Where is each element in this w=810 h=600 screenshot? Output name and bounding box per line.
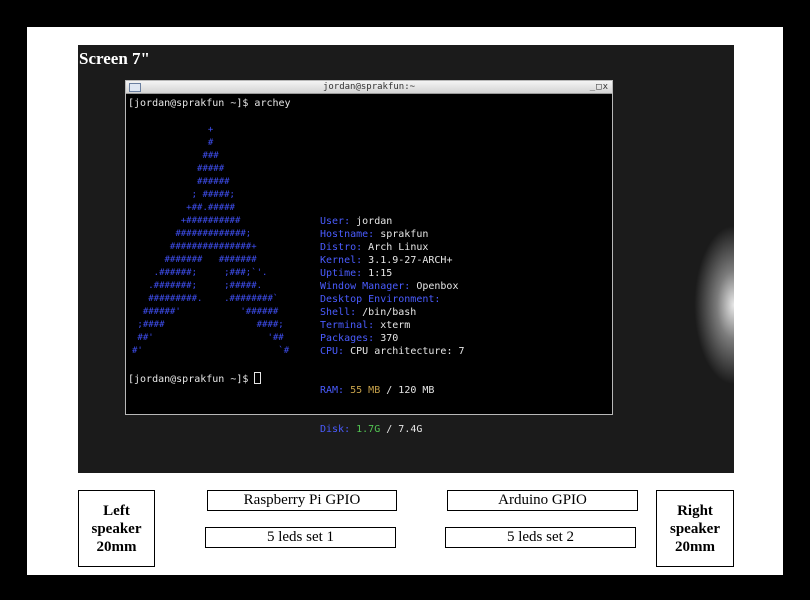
- info-value: sprakfun: [374, 229, 429, 240]
- text-cursor: [254, 372, 262, 384]
- info-row: Shell: /bin/bash: [320, 306, 465, 319]
- info-value: jordan: [350, 216, 393, 227]
- info-value: Arch Linux: [362, 242, 429, 253]
- terminal-titlebar[interactable]: jordan@sprakfun:~ _□x: [126, 81, 612, 94]
- board-frame: Screen 7" jordan@sprakfun:~ _□x [jordan@…: [27, 27, 783, 575]
- info-row: Uptime: 1:15: [320, 267, 465, 280]
- left-speaker-line-1: Left: [103, 502, 130, 519]
- right-speaker-line-2: speaker: [670, 520, 720, 537]
- disk-used: 1.7G: [356, 424, 381, 435]
- info-row: User: jordan: [320, 215, 465, 228]
- leds-set-2-box: 5 leds set 2: [445, 527, 636, 548]
- left-speaker-box: Left speaker 20mm: [78, 490, 155, 567]
- left-speaker-line-3: 20mm: [96, 538, 137, 555]
- info-row: Desktop Environment:: [320, 293, 465, 306]
- screen-glare: [694, 225, 734, 385]
- info-key: Disk:: [320, 424, 351, 435]
- info-row: Hostname: sprakfun: [320, 228, 465, 241]
- info-value: /bin/bash: [356, 307, 417, 318]
- info-key: Shell:: [320, 307, 357, 318]
- arduino-gpio-box: Arduino GPIO: [447, 490, 638, 511]
- screen-label: Screen 7": [79, 49, 150, 68]
- command-line: [jordan@sprakfun ~]$ archey: [128, 98, 291, 109]
- info-value: 1:15: [362, 268, 393, 279]
- info-row: Distro: Arch Linux: [320, 241, 465, 254]
- info-key: Uptime:: [320, 268, 363, 279]
- info-key: Distro:: [320, 242, 363, 253]
- info-row: CPU: CPU architecture: 7: [320, 345, 465, 358]
- leds-set-1-box: 5 leds set 1: [205, 527, 396, 548]
- ram-used: 55 MB: [350, 385, 381, 396]
- arch-logo-text: + # ### ##### ###### ; #####; +##.##### …: [132, 125, 290, 356]
- right-speaker-box: Right speaker 20mm: [656, 490, 734, 567]
- info-key: Terminal:: [320, 320, 375, 331]
- window-title: jordan@sprakfun:~: [322, 82, 416, 92]
- info-key: Window Manager:: [320, 281, 411, 292]
- info-row: Window Manager: Openbox: [320, 280, 465, 293]
- info-row-disk: Disk: 1.7G / 7.4G: [320, 423, 465, 436]
- close-icon[interactable]: x: [603, 82, 609, 92]
- rpi-gpio-box: Raspberry Pi GPIO: [207, 490, 397, 511]
- info-row: Packages: 370: [320, 332, 465, 345]
- right-speaker-line-3: 20mm: [675, 538, 715, 555]
- info-value: xterm: [374, 320, 411, 331]
- info-key: User:: [320, 216, 351, 227]
- left-speaker-line-2: speaker: [91, 520, 142, 537]
- right-speaker-line-1: Right: [677, 502, 713, 519]
- ram-total: 120 MB: [398, 385, 435, 396]
- terminal-output[interactable]: [jordan@sprakfun ~]$ archey + # ### ####…: [126, 94, 612, 435]
- info-key: Hostname:: [320, 229, 375, 240]
- info-key: CPU:: [320, 346, 345, 357]
- info-row: Kernel: 3.1.9-27-ARCH+: [320, 254, 465, 267]
- info-key: Kernel:: [320, 255, 363, 266]
- info-row-ram: RAM: 55 MB / 120 MB: [320, 384, 465, 397]
- info-key: Desktop Environment:: [320, 294, 441, 305]
- screen-area: Screen 7" jordan@sprakfun:~ _□x [jordan@…: [78, 45, 734, 473]
- terminal-window[interactable]: jordan@sprakfun:~ _□x [jordan@sprakfun ~…: [125, 80, 613, 435]
- prompt-text: [jordan@sprakfun ~]$: [128, 374, 255, 385]
- info-value: 3.1.9-27-ARCH+: [362, 255, 453, 266]
- info-value: 370: [374, 333, 399, 344]
- window-controls: _□x: [590, 81, 609, 93]
- disk-total: 7.4G: [398, 424, 423, 435]
- info-value: CPU architecture: 7: [344, 346, 465, 357]
- system-info: User: jordan Hostname: sprakfun Distro: Ar…: [320, 189, 465, 462]
- ram-sep: /: [380, 385, 399, 396]
- info-key: Packages:: [320, 333, 375, 344]
- info-row: Terminal: xterm: [320, 319, 465, 332]
- arch-logo-ascii: + # ### ##### ###### ; #####; +##.##### …: [132, 124, 322, 360]
- info-value: Openbox: [410, 281, 459, 292]
- disk-sep: /: [380, 424, 399, 435]
- prompt-line[interactable]: [jordan@sprakfun ~]$: [128, 372, 262, 386]
- info-key: RAM:: [320, 385, 345, 396]
